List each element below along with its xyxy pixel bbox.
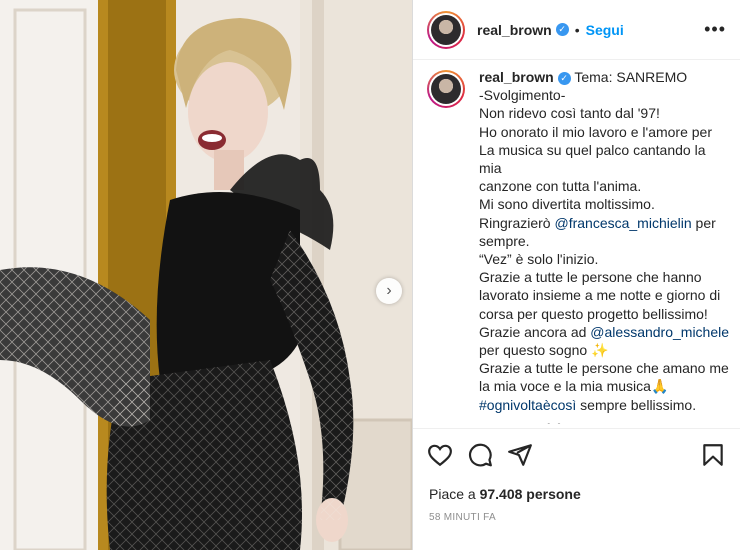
post-header: real_brown ✓ • Segui ••• [413,0,740,60]
verified-badge-icon: ✓ [555,23,569,36]
mention-link[interactable]: @alessandro_michele [590,324,729,340]
caption-line: Mi sono divertita moltissimo. [479,196,655,213]
caption-text: real_brown ✓ Tema: SANREMO -Svolgimento- No… [479,68,730,414]
caption-line: Tema: SANREMO [574,69,688,85]
avatar-inner [429,12,463,47]
caption-avatar-inner [429,72,463,106]
post-timestamp[interactable]: 58 MINUTI FA [429,512,496,523]
caption-line: corsa per questo progetto bellissimo! [479,305,708,322]
caption-text-span: Ringrazierò [479,214,555,231]
likes-number: 97.408 [479,486,523,502]
likes-suffix: persone [522,486,581,502]
avatar[interactable] [427,10,465,49]
caption-avatar-image [431,74,461,104]
caption-text-span: sempre bellissimo. [576,396,697,413]
caption-area: real_brown ✓ Tema: SANREMO -Svolgimento- No… [427,68,730,424]
next-photo-button[interactable]: › [376,278,402,304]
comment-icon[interactable] [467,442,493,468]
chevron-right-icon: › [386,282,392,299]
photo-illustration [0,0,412,550]
caption-text-span: per [691,214,716,231]
caption-text-span: Grazie ancora ad [479,323,591,340]
separator-dot: • [574,21,580,38]
like-heart-icon[interactable] [427,442,453,468]
caption-username[interactable]: real_brown [479,69,554,85]
avatar-image [431,14,461,45]
caption-line: -Svolgimento- [479,87,566,104]
caption-line: sempre. [479,232,530,249]
caption-row: real_brown ✓ Tema: SANREMO -Svolgimento- No… [427,68,730,414]
instagram-post: › real_brown ✓ • Segui ••• real_brown ✓ T… [0,0,740,550]
caption-line: “Vez” è solo l'inizio. [479,251,599,268]
caption-line: La musica su quel palco cantando la mia [479,141,710,177]
caption-line: Non ridevo così tanto dal '97! [479,105,660,122]
more-horizontal-icon[interactable]: ••• [704,19,726,40]
loading-dots: • • [547,420,563,424]
caption-line: la mia voce e la mia musica🙏 [479,378,669,395]
caption-verified-icon: ✓ [557,71,571,85]
post-sidebar: real_brown ✓ • Segui ••• real_brown ✓ Tem… [412,0,740,550]
follow-button[interactable]: Segui [586,22,624,38]
mention-link[interactable]: @francesca_michielin [554,215,691,231]
caption-avatar[interactable] [427,70,465,108]
share-send-icon[interactable] [507,442,533,468]
save-bookmark-icon[interactable] [700,442,726,468]
likes-prefix: Piace a [429,486,480,502]
post-photo[interactable]: › [0,0,412,550]
caption-line: Grazie a tutte le persone che hanno [479,269,702,286]
hashtag-link[interactable]: #ognivoltaècosì [479,397,576,413]
likes-count[interactable]: Piace a 97.408 persone [429,486,581,502]
caption-line: Grazie a tutte le persone che amano me [479,360,729,377]
caption-line: canzone con tutta l'anima. [479,178,642,195]
caption-line: per questo sogno ✨ [479,342,609,359]
action-bar [413,428,740,480]
caption-line: Ho onorato il mio lavoro e l'amore per [479,123,713,140]
caption-line: lavorato insieme a me notte e giorno di [479,287,721,304]
header-username[interactable]: real_brown [477,22,552,38]
